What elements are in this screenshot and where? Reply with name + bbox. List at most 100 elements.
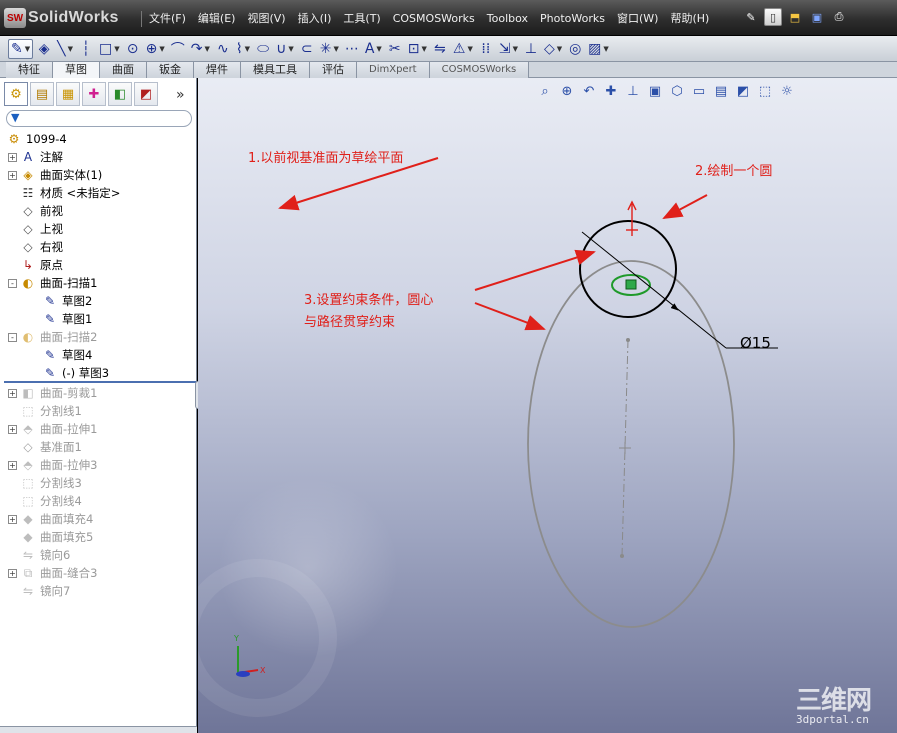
expand-icon[interactable]: + xyxy=(8,460,17,470)
centerline-endpoint[interactable] xyxy=(626,338,630,342)
collapse-icon[interactable]: - xyxy=(8,278,17,288)
save-icon[interactable]: ▣ xyxy=(808,8,826,26)
tangent-arc-icon[interactable]: ↷ ▼ xyxy=(189,39,212,59)
tree-item[interactable]: + ⬘ 曲面-拉伸3 xyxy=(8,456,97,474)
menu-item-6[interactable]: Toolbox xyxy=(481,10,534,28)
dropdown-arrow-icon[interactable]: ▼ xyxy=(245,45,250,53)
dropdown-arrow-icon[interactable]: ▼ xyxy=(376,45,381,53)
dropdown-arrow-icon[interactable]: ▼ xyxy=(467,45,472,53)
dimension-leader[interactable] xyxy=(581,231,727,349)
tab-3[interactable]: 钣金 xyxy=(147,62,194,78)
dropdown-arrow-icon[interactable]: ▼ xyxy=(68,45,73,53)
grid-icon[interactable]: ⋯ xyxy=(343,39,361,59)
repair-icon[interactable]: ◇ ▼ xyxy=(542,39,564,59)
configuration-manager-icon[interactable]: ▦ xyxy=(56,82,80,106)
tree-item[interactable]: + A 注解 xyxy=(8,148,63,166)
smart-dimension-icon[interactable]: ◈ xyxy=(35,39,53,59)
menu-item-4[interactable]: 工具(T) xyxy=(337,10,386,28)
tab-7[interactable]: DimXpert xyxy=(357,62,430,78)
new-document-icon[interactable]: ▯ xyxy=(764,8,782,26)
diameter-dimension-text[interactable]: Ø15 xyxy=(740,334,771,352)
expand-icon[interactable]: + xyxy=(8,514,17,524)
centerline-icon[interactable]: ┆ xyxy=(77,39,95,59)
move-entities-icon[interactable]: ⇲ ▼ xyxy=(497,39,520,59)
tree-item[interactable]: + ⬘ 曲面-拉伸1 xyxy=(8,420,97,438)
sketch-icon[interactable]: ✎ ▼ xyxy=(8,38,34,59)
tree-item[interactable]: ⬚ 分割线3 xyxy=(8,474,82,492)
dimxpert-manager-icon[interactable]: ✚ xyxy=(82,82,106,106)
centerline-endpoint[interactable] xyxy=(620,554,624,558)
property-manager-icon[interactable]: ▤ xyxy=(30,82,54,106)
tree-item[interactable]: - ◐ 曲面-扫描1 xyxy=(8,274,97,292)
tab-6[interactable]: 评估 xyxy=(310,62,357,78)
tab-2[interactable]: 曲面 xyxy=(100,62,147,78)
tree-item[interactable]: ✎ 草图4 xyxy=(30,346,92,364)
sweep-path-ellipse[interactable] xyxy=(527,260,735,628)
rectangle-icon[interactable]: □ ▼ xyxy=(97,39,122,59)
tree-item[interactable]: + ◆ 曲面填充4 xyxy=(8,510,93,528)
tree-item[interactable]: ✎ (-) 草图3 xyxy=(30,364,109,382)
tree-item[interactable]: ⚙ 1099-4 xyxy=(6,130,67,148)
offset-icon[interactable]: ⊡ ▼ xyxy=(406,39,429,59)
bottom-model-tabs[interactable] xyxy=(0,726,197,733)
tree-item[interactable]: ◇ 基准面1 xyxy=(8,438,81,456)
ellipse-icon[interactable]: ⬭ xyxy=(254,39,272,59)
menu-item-0[interactable]: 文件(F) xyxy=(143,10,192,28)
pushpin-icon[interactable]: ✎ xyxy=(742,8,760,26)
print-icon[interactable]: ⎙ xyxy=(830,8,848,26)
menu-item-1[interactable]: 编辑(E) xyxy=(192,10,242,28)
dropdown-arrow-icon[interactable]: ▼ xyxy=(288,45,293,53)
dropdown-arrow-icon[interactable]: ▼ xyxy=(333,45,338,53)
collapse-icon[interactable]: - xyxy=(8,332,17,342)
tab-4[interactable]: 焊件 xyxy=(194,62,241,78)
expand-icon[interactable]: + xyxy=(8,170,17,180)
text-icon[interactable]: A ▼ xyxy=(363,39,384,59)
expand-icon[interactable]: + xyxy=(8,424,17,434)
dropdown-arrow-icon[interactable]: ▼ xyxy=(603,45,608,53)
rapid-sketch-icon[interactable]: ◎ xyxy=(566,39,584,59)
parabola-icon[interactable]: ∪ ▼ xyxy=(274,39,296,59)
tree-item[interactable]: ◆ 曲面填充5 xyxy=(8,528,93,546)
tree-item[interactable]: ⬚ 分割线1 xyxy=(8,402,82,420)
tree-item[interactable]: ↳ 原点 xyxy=(8,256,63,274)
display-relations-icon[interactable]: ⊥ xyxy=(522,39,540,59)
menu-item-2[interactable]: 视图(V) xyxy=(241,10,291,28)
tree-item[interactable]: ◇ 右视 xyxy=(8,238,63,256)
circle-icon[interactable]: ⊙ xyxy=(124,39,142,59)
dropdown-arrow-icon[interactable]: ▼ xyxy=(159,45,164,53)
tree-item[interactable]: ✎ 草图2 xyxy=(30,292,92,310)
tab-8[interactable]: COSMOSWorks xyxy=(429,62,530,78)
rollback-bar[interactable] xyxy=(4,381,196,383)
dropdown-arrow-icon[interactable]: ▼ xyxy=(114,45,119,53)
more-tabs-chevron-icon[interactable]: » xyxy=(176,87,185,103)
tree-item[interactable]: ◇ 前视 xyxy=(8,202,63,220)
dropdown-arrow-icon[interactable]: ▼ xyxy=(513,45,518,53)
tree-item[interactable]: ⬚ 分割线4 xyxy=(8,492,82,510)
tab-1[interactable]: 草图 xyxy=(53,62,100,78)
display-manager-icon[interactable]: ◧ xyxy=(108,82,132,106)
sketch-picture-icon[interactable]: ▨ ▼ xyxy=(586,39,611,59)
feature-manager-icon[interactable]: ⚙ xyxy=(4,82,28,106)
expand-icon[interactable]: + xyxy=(8,388,17,398)
tree-item[interactable]: ⇋ 镜向6 xyxy=(8,546,70,564)
partial-ellipse-icon[interactable]: ⊂ xyxy=(298,39,316,59)
tree-item[interactable]: ☷ 材质 <未指定> xyxy=(8,184,121,202)
pierce-relation-icon[interactable] xyxy=(625,279,637,290)
dropdown-arrow-icon[interactable]: ▼ xyxy=(204,45,209,53)
tree-item[interactable]: - ◐ 曲面-扫描2 xyxy=(8,328,97,346)
tree-item[interactable]: ✎ 草图1 xyxy=(30,310,92,328)
solidworks-logo[interactable]: SW SolidWorks xyxy=(4,6,119,30)
mirror-icon[interactable]: ⇋ xyxy=(431,39,449,59)
warning-icon[interactable]: ⚠ ▼ xyxy=(451,39,475,59)
trim-icon[interactable]: ✂ xyxy=(386,39,404,59)
tab-0[interactable]: 特征 xyxy=(6,62,53,78)
appearance-icon[interactable]: ◩ xyxy=(134,82,158,106)
open-icon[interactable]: ⬒ xyxy=(786,8,804,26)
line-icon[interactable]: ╲ ▼ xyxy=(55,39,75,59)
graphics-area[interactable]: ⌕ ⊕ ↶ ✚ ⊥ ▣ ⬡ ▭ ▤ ◩ ⬚ ☼ Ø15 1.以前视基准面为草绘平… xyxy=(198,78,897,733)
menu-item-8[interactable]: 窗口(W) xyxy=(611,10,664,28)
menu-item-5[interactable]: COSMOSWorks xyxy=(387,10,481,28)
linear-pattern-icon[interactable]: ⁞⁞ xyxy=(477,39,495,59)
point-icon[interactable]: ✳ ▼ xyxy=(318,39,341,59)
tree-item[interactable]: + ◧ 曲面-剪裁1 xyxy=(8,384,97,402)
